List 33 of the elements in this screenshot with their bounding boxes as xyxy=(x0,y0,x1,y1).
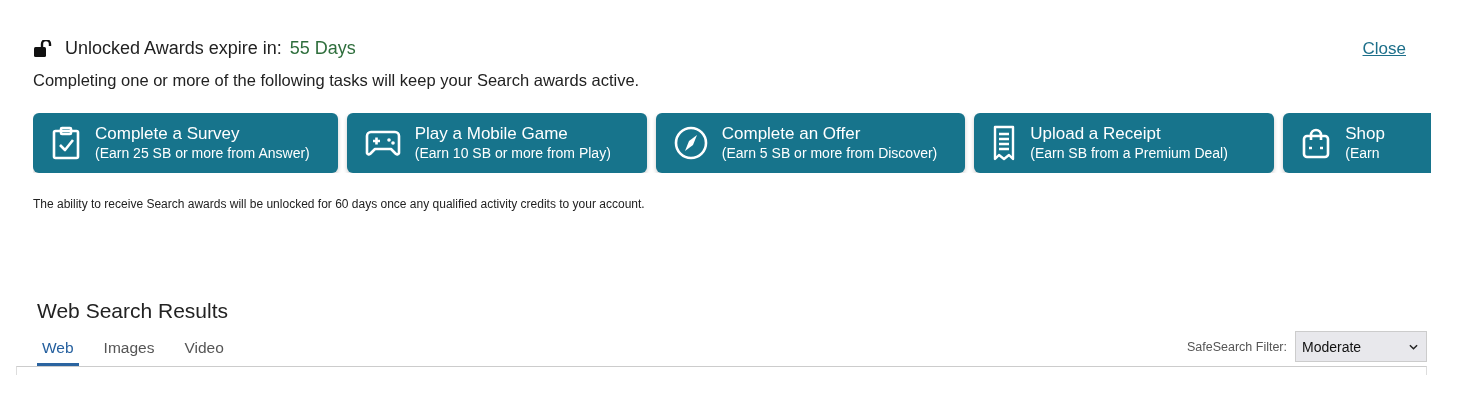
intro-text: Completing one or more of the following tasks will keep your Search awards active. xyxy=(33,71,641,90)
task-title: Shop xyxy=(1345,123,1385,144)
task-subtitle: (Earn SB from a Premium Deal) xyxy=(1030,144,1228,163)
task-subtitle: (Earn xyxy=(1345,144,1381,163)
task-title: Play a Mobile Game xyxy=(414,123,569,144)
clipboard-check-icon xyxy=(51,126,81,160)
task-title: Complete a Survey xyxy=(95,123,241,144)
results-tab[interactable]: Web xyxy=(37,331,79,366)
task-subtitle: (Earn 10 SB or more from Play) xyxy=(414,144,611,163)
expiry-days: 55 Days xyxy=(289,38,356,59)
task-subtitle: (Earn 5 SB or more from Discover) xyxy=(721,144,938,163)
task-title: Complete an Offer xyxy=(721,123,862,144)
task-title: Upload a Receipt xyxy=(1030,123,1162,144)
unlock-note: The ability to receive Search awards will be unlocked for 60 days once any qualified activity credits to your account. xyxy=(33,197,646,211)
task-subtitle: (Earn 25 SB or more from Answer) xyxy=(95,144,310,163)
unlocked-padlock-icon xyxy=(33,39,53,58)
expiry-label: Unlocked Awards expire in: xyxy=(65,38,282,59)
results-tab[interactable]: Images xyxy=(98,331,160,366)
shopping-bag-icon xyxy=(1301,127,1332,159)
receipt-icon xyxy=(992,125,1017,161)
task-card[interactable]: Complete a Survey (Earn 25 SB or more from Answer) xyxy=(33,113,338,173)
safesearch-label: SafeSearch Filter: xyxy=(1186,339,1287,354)
results-heading: Web Search Results xyxy=(37,299,230,323)
task-card[interactable]: Upload a Receipt (Earn SB from a Premium Deal) xyxy=(974,113,1275,173)
close-link[interactable]: Close xyxy=(1362,38,1406,59)
gamepad-icon xyxy=(364,129,401,157)
task-card[interactable]: Complete an Offer (Earn 5 SB or more from Discover) xyxy=(655,113,966,173)
results-tab[interactable]: Video xyxy=(179,331,229,366)
task-card[interactable]: Play a Mobile Game (Earn 10 SB or more from Play) xyxy=(346,113,647,173)
task-card[interactable]: Shop (Earn xyxy=(1283,113,1431,173)
safesearch-dropdown[interactable]: Moderate xyxy=(1295,331,1427,362)
compass-icon xyxy=(673,126,708,160)
chevron-down-icon xyxy=(1409,343,1418,350)
